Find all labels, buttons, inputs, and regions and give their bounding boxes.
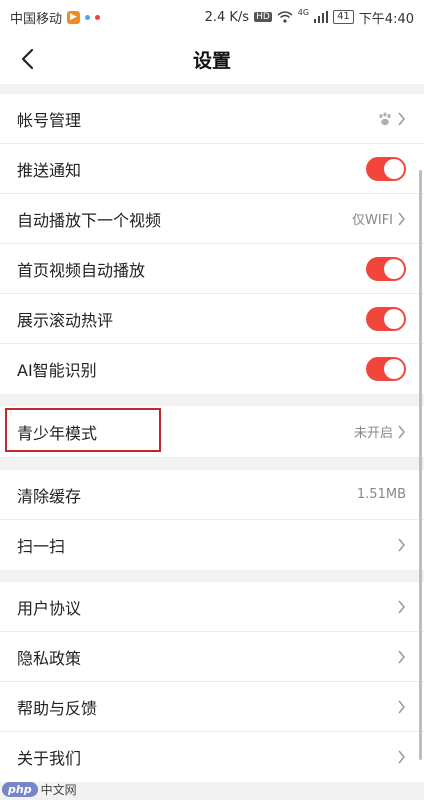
row-label: 推送通知 [17,160,82,180]
settings-group-general: 帐号管理 推送通知 自动播放下一个视频 仅WIFI 首页视频自动播放 展示滚动热… [0,94,424,394]
status-bar: 中国移动 ▶ 2.4 K/s HD 4G 41 下午4:40 [0,0,424,34]
youth-mode-row[interactable]: 青少年模式 未开启 [0,406,424,458]
row-label: 首页视频自动播放 [17,260,146,280]
signal-icon [314,11,329,23]
back-button[interactable] [10,42,44,76]
carrier-name: 中国移动 [10,11,63,27]
row-label: 帐号管理 [17,110,82,130]
clear-cache-row[interactable]: 清除缓存 1.51MB [0,470,424,520]
chevron-right-icon [398,750,405,764]
watermark-logo: php [2,782,38,797]
chevron-left-icon [21,48,34,70]
chevron-right-icon [398,112,405,125]
paw-icon [379,112,391,125]
row-label: 用户协议 [17,598,82,618]
chevron-right-icon [398,700,405,713]
row-label: AI智能识别 [17,361,97,380]
watermark-text: 中文网 [40,783,77,797]
push-notification-toggle[interactable] [366,156,406,181]
chevron-right-icon [398,600,405,613]
page-title: 设置 [192,49,231,72]
clock: 下午4:40 [358,11,414,27]
row-value: 仅WIFI [352,213,393,228]
settings-list: 帐号管理 推送通知 自动播放下一个视频 仅WIFI 首页视频自动播放 展示滚动热… [0,94,424,794]
notification-dot-icon [95,14,101,20]
home-video-autoplay-toggle[interactable] [366,256,406,281]
account-management-row[interactable]: 帐号管理 [0,94,424,144]
autoplay-next-video-row[interactable]: 自动播放下一个视频 仅WIFI [0,194,424,244]
wifi-icon [277,11,293,23]
settings-group-about: 用户协议 隐私政策 帮助与反馈 关于我们 [0,582,424,782]
cache-size: 1.51MB [356,487,406,502]
nav-header: 设置 [0,34,424,84]
battery-icon: 41 [333,10,354,24]
chevron-right-icon [398,212,405,225]
row-label: 自动播放下一个视频 [17,210,162,230]
notification-app-icon: ▶ [67,10,81,24]
network-type: 4G [297,7,310,17]
about-us-row[interactable]: 关于我们 [0,732,424,782]
watermark: php 中文网 [2,781,77,798]
chevron-right-icon [398,650,405,663]
scrollbar[interactable] [419,170,422,760]
help-feedback-row[interactable]: 帮助与反馈 [0,682,424,732]
chevron-right-icon [398,538,405,552]
row-label: 清除缓存 [17,486,82,506]
row-label: 关于我们 [17,749,82,768]
privacy-policy-row[interactable]: 隐私政策 [0,632,424,682]
ai-recognition-row: AI智能识别 [0,344,424,394]
row-value: 未开启 [353,426,393,441]
notification-dot-icon [85,14,91,20]
push-notification-row: 推送通知 [0,144,424,194]
row-label: 扫一扫 [17,537,66,556]
settings-group-youth: 青少年模式 未开启 [0,406,424,458]
scrolling-comments-toggle[interactable] [366,306,406,331]
row-label: 帮助与反馈 [17,698,98,718]
chevron-right-icon [398,425,405,438]
settings-group-tools: 清除缓存 1.51MB 扫一扫 [0,470,424,570]
user-agreement-row[interactable]: 用户协议 [0,582,424,632]
row-label: 展示滚动热评 [17,310,114,330]
scrolling-comments-row: 展示滚动热评 [0,294,424,344]
ai-recognition-toggle[interactable] [366,357,406,381]
hd-icon: HD [254,12,272,22]
row-label: 青少年模式 [17,423,98,443]
network-speed: 2.4 K/s [204,9,250,25]
row-label: 隐私政策 [17,648,82,668]
home-video-autoplay-row: 首页视频自动播放 [0,244,424,294]
scan-row[interactable]: 扫一扫 [0,520,424,570]
